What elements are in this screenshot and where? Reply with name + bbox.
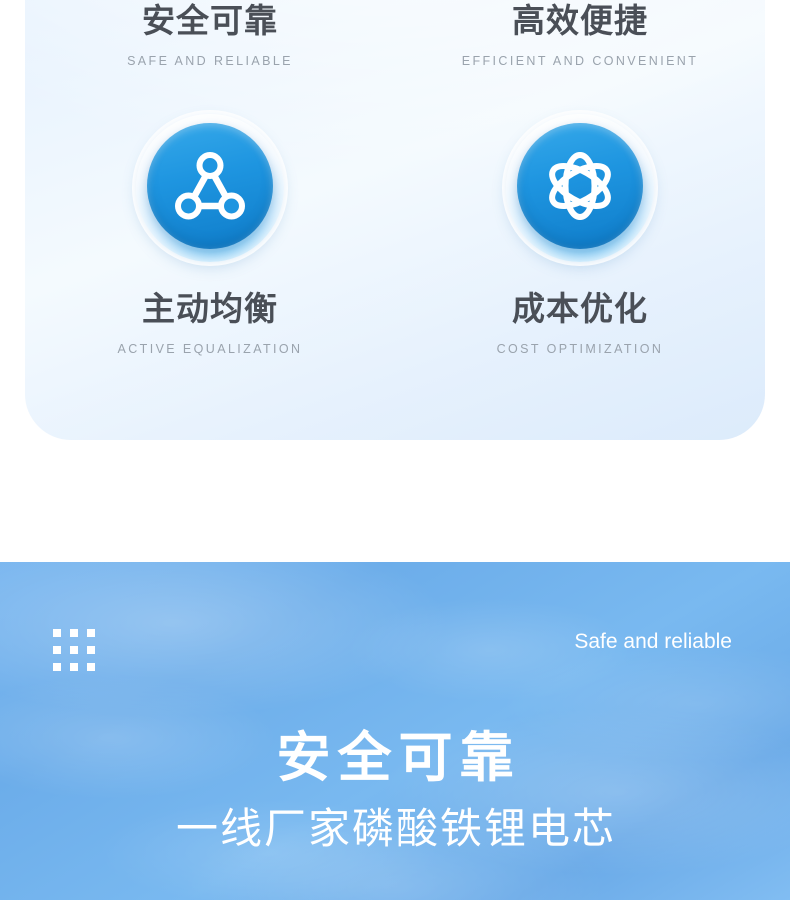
feature-icon-cell-active-equalization — [25, 108, 395, 268]
feature-heading-en: SAFE AND RELIABLE — [127, 53, 293, 68]
grid-dot — [53, 646, 61, 654]
feature-heading-row: 安全可靠 SAFE AND RELIABLE 高效便捷 EFFICIENT AN… — [25, 0, 765, 68]
grid-dot — [70, 629, 78, 637]
node-triangle-icon — [173, 151, 247, 221]
grid-dot — [87, 663, 95, 671]
feature-caption-cost-optimization: 成本优化 COST OPTIMIZATION — [395, 288, 765, 356]
feature-caption-cn: 成本优化 — [512, 290, 648, 327]
feature-icon-cell-cost-optimization — [395, 108, 765, 268]
grid-dot — [87, 629, 95, 637]
feature-column-efficient-convenient: 高效便捷 EFFICIENT AND CONVENIENT — [395, 0, 765, 68]
feature-card: 安全可靠 SAFE AND RELIABLE 高效便捷 EFFICIENT AN… — [25, 0, 765, 440]
feature-caption-en: COST OPTIMIZATION — [496, 341, 664, 356]
grid-dots-icon — [53, 629, 95, 671]
icon-badge — [130, 108, 290, 268]
feature-column-safe-reliable: 安全可靠 SAFE AND RELIABLE — [25, 0, 395, 68]
feature-caption-cn: 主动均衡 — [142, 290, 278, 327]
feature-heading-cn: 高效便捷 — [512, 2, 648, 39]
feature-heading-en: EFFICIENT AND CONVENIENT — [461, 53, 699, 68]
banner-headline: 安全可靠 — [276, 728, 521, 788]
feature-caption-en: ACTIVE EQUALIZATION — [117, 341, 303, 356]
banner-tagline: Safe and reliable — [574, 630, 732, 653]
feature-caption-active-equalization: 主动均衡 ACTIVE EQUALIZATION — [25, 288, 395, 356]
grid-dot — [70, 646, 78, 654]
banner-subline: 一线厂家磷酸铁锂电芯 — [175, 805, 616, 852]
atom-orbit-icon — [543, 149, 617, 223]
feature-heading-cn: 安全可靠 — [142, 2, 278, 39]
icon-badge — [500, 108, 660, 268]
grid-dot — [87, 646, 95, 654]
grid-dot — [70, 663, 78, 671]
icon-badge-disc — [517, 123, 643, 249]
grid-dot — [53, 663, 61, 671]
feature-caption-row: 主动均衡 ACTIVE EQUALIZATION 成本优化 COST OPTIM… — [25, 288, 765, 356]
icon-badge-disc — [147, 123, 273, 249]
feature-icon-row — [25, 108, 765, 268]
grid-dot — [53, 629, 61, 637]
